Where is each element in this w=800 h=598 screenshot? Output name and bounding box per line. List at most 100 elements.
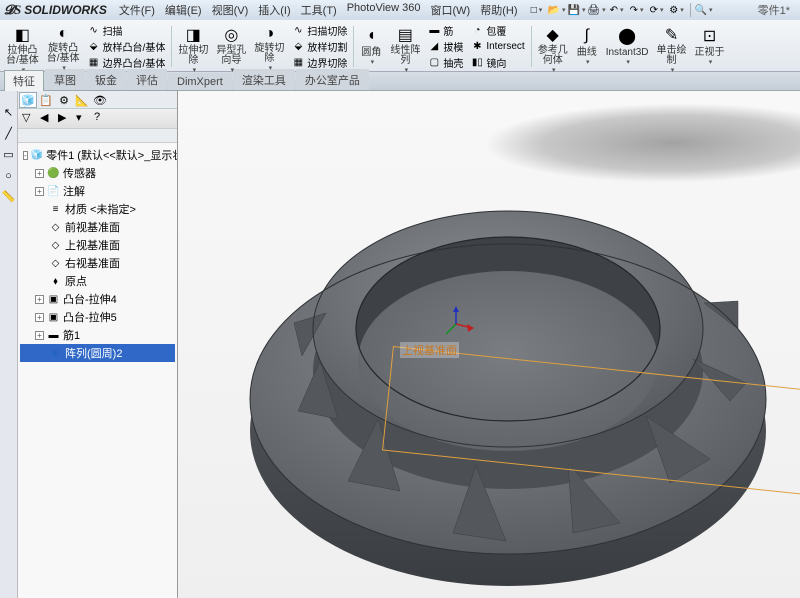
- feature-tree-tab[interactable]: 🧊: [19, 92, 37, 108]
- extrude-cut-button[interactable]: ◨拉伸切 除: [174, 22, 212, 71]
- boundary-button[interactable]: ▦边界凸台/基体: [86, 55, 168, 70]
- tab-特征[interactable]: 特征: [4, 70, 44, 91]
- ribbon-sub-label: 放样凸台/基体: [103, 39, 166, 54]
- ribbon-sub-label: 扫描: [103, 23, 123, 38]
- expander-icon[interactable]: -: [23, 151, 28, 160]
- revolve-boss-button[interactable]: ◐旋转凸 台/基体: [43, 22, 84, 71]
- norview-button[interactable]: ⊡正视于: [691, 22, 729, 71]
- new-button[interactable]: □: [528, 2, 546, 18]
- instant3d-button[interactable]: ⬤Instant3D: [602, 22, 653, 71]
- right-plane-icon: ◇: [49, 257, 62, 270]
- panel-forward-button[interactable]: ▶: [58, 111, 73, 126]
- menu-7[interactable]: 帮助(H): [476, 1, 521, 19]
- ribbon-sub-label: 抽壳: [443, 55, 463, 70]
- expander-icon[interactable]: +: [35, 187, 44, 196]
- save-button[interactable]: 💾: [568, 2, 586, 18]
- expander-icon[interactable]: +: [35, 169, 44, 178]
- display-tab[interactable]: 👁: [91, 92, 109, 108]
- tree-node-rib1[interactable]: +▬筋1: [20, 326, 175, 344]
- menu-0[interactable]: 文件(F): [115, 1, 159, 19]
- ribbon-label: 曲线: [577, 48, 597, 58]
- open-button[interactable]: 📂: [548, 2, 566, 18]
- panel-dropdown-button[interactable]: ▾: [76, 111, 91, 126]
- curves-button[interactable]: ∫曲线: [572, 22, 602, 71]
- material-icon: ≡: [49, 203, 62, 216]
- tree-node-circpattern2[interactable]: ⊕阵列(圆周)2: [20, 344, 175, 362]
- loft-button[interactable]: ⬙放样凸台/基体: [86, 39, 168, 54]
- mirror-button[interactable]: ▮▯镜向: [469, 55, 526, 70]
- rebuild-button[interactable]: ⟳: [648, 2, 666, 18]
- options-button[interactable]: ⚙: [668, 2, 686, 18]
- tab-草图[interactable]: 草图: [45, 69, 85, 90]
- fillet-icon: ◖: [360, 25, 382, 47]
- menu-3[interactable]: 插入(I): [254, 1, 294, 19]
- expander-icon[interactable]: +: [35, 331, 44, 340]
- panel-filter-button[interactable]: ▽: [22, 111, 37, 126]
- ribbon-sub-label: Intersect: [486, 41, 524, 52]
- panel-help-button[interactable]: ?: [94, 111, 109, 126]
- intersect-button[interactable]: ✱Intersect: [469, 39, 526, 54]
- tree-label: 筋1: [63, 327, 80, 343]
- select-button[interactable]: ↖: [1, 105, 16, 120]
- panel-back-button[interactable]: ◀: [40, 111, 55, 126]
- tab-评估[interactable]: 评估: [127, 69, 167, 90]
- expander-icon[interactable]: +: [35, 313, 44, 322]
- search-button[interactable]: 🔍: [695, 2, 713, 18]
- tab-DimXpert[interactable]: DimXpert: [168, 73, 232, 90]
- tab-办公室产品[interactable]: 办公室产品: [296, 69, 369, 90]
- feature-panel: 🧊📋⚙📐👁 ▽◀▶▾? -🧊零件1 (默认<<默认>_显示状态+🟢传感器+📄注解…: [18, 91, 178, 598]
- dimxpert-tab[interactable]: 📐: [73, 92, 91, 108]
- pattern-button[interactable]: ▤线性阵 列: [386, 22, 424, 71]
- boundary-cut-button[interactable]: ▦边界切除: [290, 55, 349, 70]
- menu-1[interactable]: 编辑(E): [161, 1, 206, 19]
- quickdim-button[interactable]: ✎单击绘 制: [653, 22, 691, 71]
- tree-node-root[interactable]: -🧊零件1 (默认<<默认>_显示状态: [20, 146, 175, 164]
- sweep-button[interactable]: ∿扫描: [86, 23, 168, 38]
- sketch-line-button[interactable]: ╱: [1, 126, 16, 141]
- fillet-button[interactable]: ◖圆角: [356, 22, 386, 71]
- tree-node-front-plane[interactable]: ◇前视基准面: [20, 218, 175, 236]
- property-tab[interactable]: 📋: [37, 92, 55, 108]
- loft-cut-button[interactable]: ⬙放样切割: [290, 39, 349, 54]
- tree-node-material[interactable]: ≡材质 <未指定>: [20, 200, 175, 218]
- tree-node-extrude4[interactable]: +▣凸台-拉伸4: [20, 290, 175, 308]
- app-logo: 𝓓S SOLIDWORKS: [4, 2, 107, 18]
- extrude5-icon: ▣: [47, 311, 60, 324]
- shell-icon: ▢: [428, 57, 440, 69]
- menu-6[interactable]: 窗口(W): [427, 1, 475, 19]
- origin-icon: ⬧: [49, 275, 62, 288]
- measure-button[interactable]: 📏: [1, 189, 16, 204]
- tree-node-sensors[interactable]: +🟢传感器: [20, 164, 175, 182]
- menu-4[interactable]: 工具(T): [297, 1, 341, 19]
- draft-button[interactable]: ◢拔模: [426, 39, 465, 54]
- tree-node-annotations[interactable]: +📄注解: [20, 182, 175, 200]
- ribbon-label: 正视于: [695, 48, 725, 58]
- menu-2[interactable]: 视图(V): [208, 1, 253, 19]
- shell-button[interactable]: ▢抽壳: [426, 55, 465, 70]
- circpattern2-icon: ⊕: [49, 347, 62, 360]
- sketch-rect-button[interactable]: ▭: [1, 147, 16, 162]
- sweep-cut-button[interactable]: ∿扫描切除: [290, 23, 349, 38]
- wrap-button[interactable]: ◔包覆: [469, 23, 526, 38]
- revolve-cut-button[interactable]: ◑旋转切 除: [250, 22, 288, 71]
- tree-label: 注解: [63, 183, 85, 199]
- undo-button[interactable]: ↶: [608, 2, 626, 18]
- tree-node-extrude5[interactable]: +▣凸台-拉伸5: [20, 308, 175, 326]
- sketch-circle-button[interactable]: ○: [1, 168, 16, 183]
- expander-icon[interactable]: +: [35, 295, 44, 304]
- redo-button[interactable]: ↷: [628, 2, 646, 18]
- menu-5[interactable]: PhotoView 360: [343, 1, 425, 19]
- tree-node-top-plane[interactable]: ◇上视基准面: [20, 236, 175, 254]
- tab-渲染工具[interactable]: 渲染工具: [233, 69, 295, 90]
- config-tab[interactable]: ⚙: [55, 92, 73, 108]
- hole-button[interactable]: ◎异型孔 向导: [212, 22, 250, 71]
- tab-钣金[interactable]: 钣金: [86, 69, 126, 90]
- tree-node-right-plane[interactable]: ◇右视基准面: [20, 254, 175, 272]
- refgeom-button[interactable]: ◆参考几 何体: [534, 22, 572, 71]
- rib-button[interactable]: ▬筋: [426, 23, 465, 38]
- extrude-boss-button[interactable]: ◧拉伸凸 台/基体: [2, 22, 43, 71]
- viewport-3d[interactable]: 上视基准面: [178, 91, 800, 598]
- print-button[interactable]: 🖨: [588, 2, 606, 18]
- intersect-icon: ✱: [471, 41, 483, 53]
- tree-node-origin[interactable]: ⬧原点: [20, 272, 175, 290]
